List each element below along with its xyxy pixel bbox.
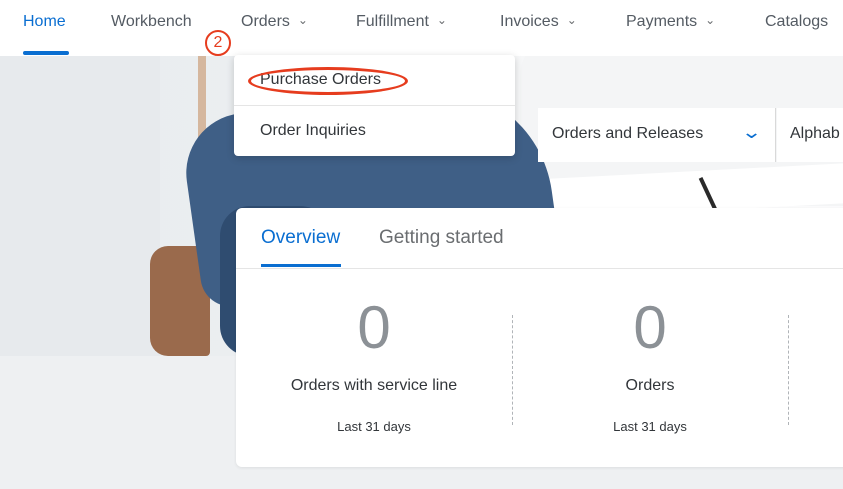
nav-home[interactable]: Home [23,13,66,31]
kpi-value: 0 [357,294,391,361]
nav-label: Workbench [111,13,192,30]
nav-label: Payments [626,13,698,30]
overview-card: Overview Getting started 0 Orders with s… [236,208,843,467]
chevron-down-icon: ⌄ [705,13,716,27]
nav-label: Home [23,13,66,30]
kpi-tile-service-line[interactable]: 0 Orders with service line Last 31 days [236,293,512,434]
nav-catalogs[interactable]: Catalogs [765,13,828,31]
hero-wall [0,56,160,356]
orders-dropdown-menu: Purchase Orders Order Inquiries [234,55,515,156]
nav-label: Fulfillment [356,13,429,30]
chevron-down-icon: ⌄ [740,122,763,142]
menu-item-purchase-orders[interactable]: Purchase Orders [234,55,515,105]
nav-fulfillment[interactable]: Fulfillment ⌄ [356,13,447,31]
sort-value: Alphab [790,125,840,142]
menu-item-order-inquiries[interactable]: Order Inquiries [234,106,515,156]
nav-workbench[interactable]: Workbench [111,13,192,31]
kpi-label: Orders [625,377,675,394]
tab-getting-started[interactable]: Getting started [379,227,504,249]
nav-label: Invoices [500,13,559,30]
document-type-value: Orders and Releases [552,125,704,142]
nav-orders[interactable]: Orders ⌄ [241,13,308,31]
top-nav: Home Workbench Orders ⌄ Fulfillment ⌄ Invo… [0,0,843,56]
active-tab-indicator [261,264,341,267]
step-number-badge: 2 [205,30,231,56]
tab-overview[interactable]: Overview [261,227,340,249]
chevron-down-icon: ⌄ [297,13,308,27]
document-type-select[interactable]: Orders and Releases ⌄ [538,108,776,162]
sort-select[interactable]: Alphab [777,108,843,162]
nav-payments[interactable]: Payments ⌄ [626,13,715,31]
kpi-value: 0 [633,294,667,361]
divider [236,268,843,269]
kpi-divider [788,315,789,425]
nav-label: Orders [241,13,290,30]
nav-label: Catalogs [765,13,829,30]
chevron-down-icon: ⌄ [436,13,447,27]
kpi-tile-orders[interactable]: 0 Orders Last 31 days [512,293,788,434]
kpi-period: Last 31 days [337,419,411,434]
nav-invoices[interactable]: Invoices ⌄ [500,13,577,31]
kpi-period: Last 31 days [613,419,687,434]
active-nav-indicator [23,51,69,55]
chevron-down-icon: ⌄ [566,13,577,27]
kpi-label: Orders with service line [290,377,458,394]
